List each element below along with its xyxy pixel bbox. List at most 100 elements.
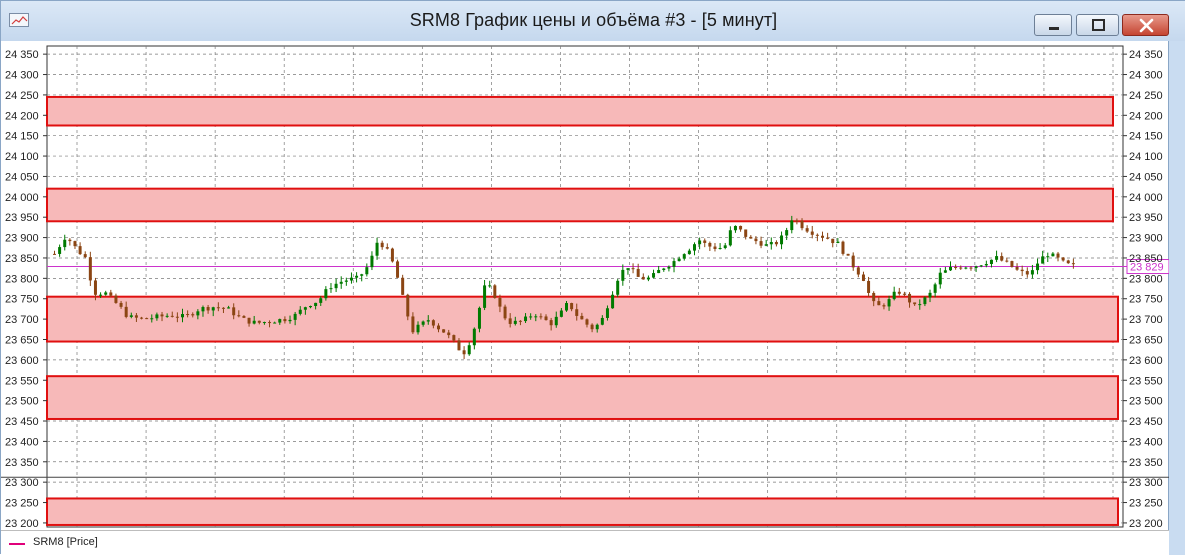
candle-body bbox=[68, 239, 72, 242]
price-chart[interactable]: 23 829 24 350 24 350 24 300 24 300 24 250 24 … bbox=[1, 41, 1170, 530]
candle-body bbox=[1030, 270, 1034, 275]
candle-body bbox=[728, 230, 732, 246]
candle-body bbox=[467, 345, 471, 355]
candle-body bbox=[595, 324, 599, 330]
candle-body bbox=[677, 258, 681, 262]
candle-body bbox=[805, 228, 809, 232]
chart-window: SRM8 График цены и объёма #3 - [5 минут]… bbox=[0, 0, 1185, 555]
candle-body bbox=[518, 320, 522, 322]
right-tick-label: 24 200 bbox=[1129, 110, 1163, 122]
left-tick-label: 23 900 bbox=[5, 233, 39, 245]
title-bar[interactable]: SRM8 График цены и объёма #3 - [5 минут] bbox=[1, 1, 1185, 41]
left-tick-label: 23 450 bbox=[5, 416, 39, 428]
candle-body bbox=[134, 315, 138, 318]
minimize-button[interactable] bbox=[1034, 14, 1072, 36]
maximize-icon bbox=[1092, 19, 1105, 31]
candle-body bbox=[662, 268, 666, 270]
candle-body bbox=[1051, 253, 1055, 257]
candle-body bbox=[181, 314, 184, 318]
right-tick-label: 24 000 bbox=[1129, 192, 1163, 204]
right-tick-label: 24 250 bbox=[1129, 90, 1163, 102]
candle-body bbox=[155, 314, 159, 319]
candle-body bbox=[206, 307, 210, 311]
candle-body bbox=[943, 270, 947, 273]
candle-body bbox=[370, 255, 374, 268]
candle-body bbox=[319, 298, 323, 303]
candle-body bbox=[703, 240, 707, 243]
left-tick-label: 24 050 bbox=[5, 171, 39, 183]
candle-body bbox=[426, 320, 430, 322]
candle-body bbox=[974, 266, 978, 269]
candle-body bbox=[329, 288, 333, 290]
left-tick-label: 24 350 bbox=[5, 49, 39, 61]
candle-body bbox=[621, 269, 625, 281]
candle-body bbox=[861, 274, 865, 281]
left-tick-label: 23 950 bbox=[5, 212, 39, 224]
candle-body bbox=[390, 248, 394, 262]
close-button[interactable] bbox=[1122, 14, 1169, 36]
candle-body bbox=[687, 250, 691, 255]
candle-body bbox=[129, 315, 133, 317]
left-tick-label: 23 200 bbox=[5, 518, 39, 530]
candle-body bbox=[160, 314, 164, 317]
candle-body bbox=[769, 242, 773, 245]
candle-body bbox=[815, 234, 819, 236]
candle-body bbox=[493, 285, 497, 299]
candle-body bbox=[928, 292, 932, 298]
legend-swatch bbox=[9, 543, 25, 545]
candle-body bbox=[605, 308, 609, 318]
candle-body bbox=[298, 309, 302, 314]
candle-body bbox=[191, 314, 195, 316]
left-tick-label: 24 200 bbox=[5, 110, 39, 122]
candle-body bbox=[616, 280, 620, 295]
candle-body bbox=[211, 307, 215, 311]
candle-body bbox=[1000, 256, 1004, 261]
right-tick-label: 23 900 bbox=[1129, 233, 1163, 245]
candle-body bbox=[232, 307, 236, 316]
close-icon bbox=[1139, 18, 1154, 33]
candle-body bbox=[309, 305, 312, 308]
candle-body bbox=[288, 319, 292, 322]
candle-body bbox=[1046, 256, 1050, 258]
candle-body bbox=[201, 307, 205, 312]
candle-body bbox=[349, 277, 353, 281]
left-tick-label: 23 700 bbox=[5, 314, 39, 326]
candle-body bbox=[646, 277, 650, 280]
candle-body bbox=[268, 322, 272, 324]
window-title: SRM8 График цены и объёма #3 - [5 минут] bbox=[409, 10, 778, 30]
candle-body bbox=[411, 316, 415, 333]
candle-body bbox=[1036, 263, 1040, 271]
candle-body bbox=[851, 255, 855, 268]
candle-body bbox=[314, 302, 318, 306]
maximize-button[interactable] bbox=[1076, 14, 1119, 36]
candle-body bbox=[672, 261, 676, 267]
candle-body bbox=[385, 247, 389, 249]
candle-body bbox=[145, 318, 149, 320]
candle-body bbox=[1020, 269, 1024, 272]
candle-body bbox=[733, 225, 737, 231]
candle-body bbox=[334, 283, 338, 289]
candle-body bbox=[119, 302, 123, 307]
candle-body bbox=[810, 231, 814, 235]
candle-body bbox=[780, 235, 784, 245]
candle-body bbox=[918, 304, 922, 306]
candle-body bbox=[273, 322, 277, 324]
candle-body bbox=[559, 310, 563, 317]
candle-body bbox=[795, 220, 799, 222]
right-tick-label: 23 500 bbox=[1129, 396, 1163, 408]
candle-body bbox=[257, 320, 261, 323]
candle-body bbox=[140, 317, 144, 319]
price-zone bbox=[46, 95, 1114, 127]
candle-body bbox=[1010, 261, 1014, 267]
legend-label: SRM8 [Price] bbox=[33, 536, 98, 548]
candle-body bbox=[452, 335, 456, 341]
right-tick-label: 24 050 bbox=[1129, 171, 1163, 183]
right-tick-label: 23 650 bbox=[1129, 334, 1163, 346]
plot-area[interactable]: 23 829 24 350 24 350 24 300 24 300 24 250 24 … bbox=[1, 41, 1170, 530]
right-tick-label: 23 200 bbox=[1129, 518, 1163, 530]
legend: SRM8 [Price] bbox=[1, 530, 1169, 555]
candle-body bbox=[293, 313, 297, 320]
candle-body bbox=[524, 316, 528, 322]
left-tick-label: 23 550 bbox=[5, 375, 39, 387]
right-tick-label: 24 350 bbox=[1129, 49, 1163, 61]
